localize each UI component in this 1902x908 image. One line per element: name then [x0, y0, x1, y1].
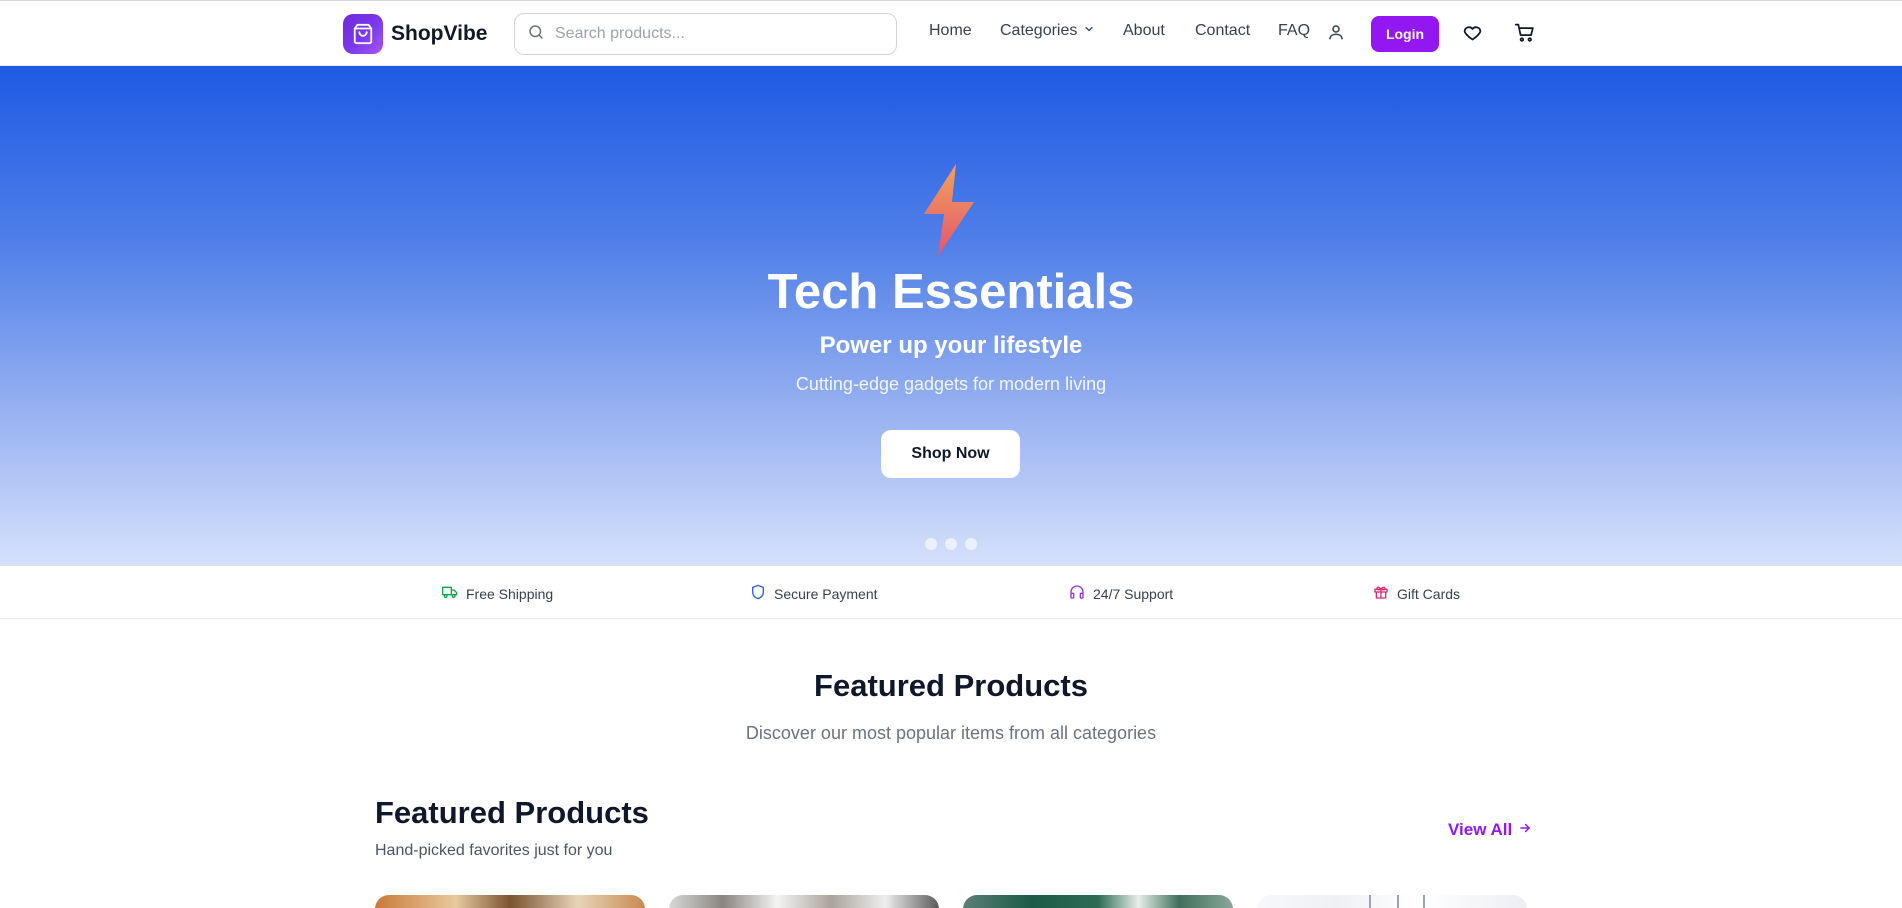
truck-icon	[442, 584, 458, 603]
feature-label: 24/7 Support	[1093, 585, 1174, 602]
feature-gift-cards: Gift Cards	[1373, 584, 1460, 603]
search-icon	[527, 23, 545, 46]
featured-products-subtitle: Hand-picked favorites just for you	[375, 842, 613, 859]
shop-now-button[interactable]: Shop Now	[881, 430, 1020, 478]
featured-products-title: Featured Products	[375, 795, 649, 830]
section-title: Featured Products	[814, 668, 1088, 703]
search-box[interactable]	[514, 13, 897, 55]
headphones-icon	[1069, 584, 1085, 603]
features-strip: Free Shipping Secure Payment 24/7 Suppor…	[0, 566, 1902, 619]
nav-faq-link[interactable]: FAQ	[1278, 22, 1310, 40]
brand-name: ShopVibe	[391, 22, 488, 45]
section-subtitle: Discover our most popular items from all…	[745, 723, 1157, 743]
view-all-link[interactable]: View All	[1448, 820, 1532, 840]
carousel-indicators	[925, 538, 977, 550]
hanger-line	[1369, 895, 1371, 908]
hanger-line	[1423, 895, 1425, 908]
chevron-down-icon	[1083, 22, 1095, 40]
login-button[interactable]: Login	[1371, 16, 1439, 52]
nav-categories-link[interactable]: Categories	[1000, 22, 1077, 40]
product-card-image[interactable]	[963, 895, 1233, 908]
feature-label: Gift Cards	[1397, 585, 1461, 602]
search-input[interactable]	[555, 25, 875, 43]
hero-description: Cutting-edge gadgets for modern living	[795, 374, 1107, 394]
product-card-image[interactable]	[1257, 895, 1527, 908]
feature-support: 24/7 Support	[1069, 584, 1173, 603]
heart-icon[interactable]	[1462, 22, 1483, 43]
carousel-dot[interactable]	[945, 538, 957, 550]
hero-banner: Tech Essentials Power up your lifestyle …	[0, 66, 1902, 566]
nav-home[interactable]: Home	[929, 22, 972, 40]
feature-secure-payment: Secure Payment	[750, 584, 878, 603]
hero-title: Tech Essentials	[767, 265, 1135, 319]
shield-icon	[750, 584, 766, 603]
hero-subtitle: Power up your lifestyle	[819, 332, 1083, 359]
nav-about[interactable]: About	[1123, 22, 1165, 40]
feature-label: Secure Payment	[774, 585, 878, 602]
shopping-bag-icon	[343, 14, 383, 54]
cart-icon[interactable]	[1514, 22, 1535, 43]
nav-home-link[interactable]: Home	[929, 22, 972, 40]
nav-about-link[interactable]: About	[1123, 22, 1165, 40]
view-all-label: View All	[1448, 820, 1513, 839]
product-card-image[interactable]	[669, 895, 939, 908]
nav-categories[interactable]: Categories	[1000, 22, 1095, 40]
hanger-line	[1397, 895, 1399, 908]
brand-logo[interactable]: ShopVibe	[343, 14, 487, 54]
feature-free-shipping: Free Shipping	[442, 584, 553, 603]
nav-contact-link[interactable]: Contact	[1195, 22, 1250, 40]
gift-icon	[1373, 584, 1389, 603]
product-card-image[interactable]	[375, 895, 645, 908]
carousel-dot[interactable]	[925, 538, 937, 550]
feature-label: Free Shipping	[466, 585, 554, 602]
carousel-dot[interactable]	[965, 538, 977, 550]
nav-contact[interactable]: Contact	[1195, 22, 1250, 40]
nav-faq[interactable]: FAQ	[1278, 22, 1310, 40]
site-header: ShopVibe Home Categories About Contact F…	[0, 0, 1902, 66]
user-icon[interactable]	[1327, 23, 1345, 41]
lightning-bolt-icon	[920, 162, 978, 263]
arrow-right-icon	[1518, 820, 1532, 840]
